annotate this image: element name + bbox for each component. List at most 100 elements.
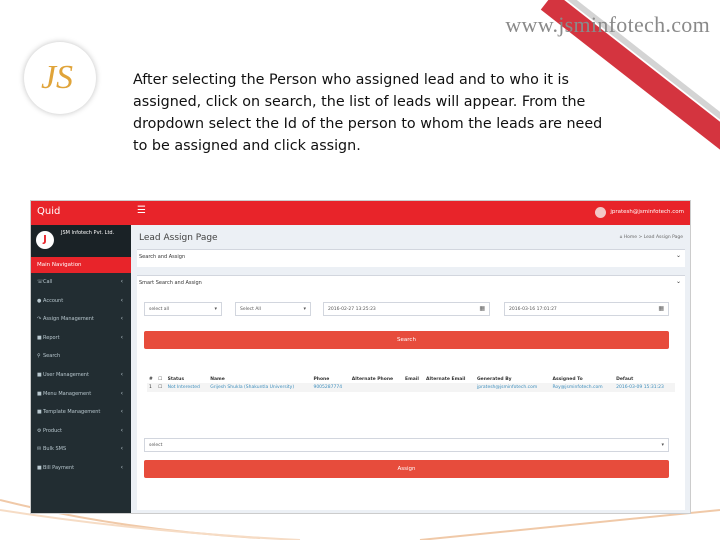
- sidebar-item-label: Bulk SMS: [43, 446, 67, 453]
- cell-phone: 9005287774: [311, 383, 349, 392]
- table-row[interactable]: 1 ☐ Not Interested Grijesh Shukla (Shaku…: [147, 383, 675, 392]
- caret-down-icon: ▾: [303, 306, 306, 312]
- chevron-left-icon: ‹: [120, 370, 123, 378]
- cell-status: Not Interested: [166, 383, 209, 392]
- assigned-to-link[interactable]: Roy@jsminfotech.com: [552, 385, 602, 390]
- sidebar-item-label: Assign Management: [43, 316, 94, 323]
- generated-by-link[interactable]: jpratesh@jsminfotech.com: [477, 385, 537, 390]
- cell-alt-email: [424, 383, 475, 392]
- sidebar-item-menu-management[interactable]: ■Menu Management ‹: [31, 385, 131, 404]
- search-assign-box: Search and Assign ⌄: [137, 249, 685, 267]
- chevron-left-icon: ‹: [120, 445, 123, 453]
- sidebar-item-report[interactable]: ■Report ‹: [31, 329, 131, 348]
- company-name: JSM Infotech Pvt. Ltd.: [61, 230, 115, 236]
- col-header: #: [149, 377, 153, 382]
- assign-to-select[interactable]: select ▾: [144, 438, 669, 452]
- sidebar-item-user-management[interactable]: ■User Management ‹: [31, 366, 131, 385]
- cell-generated-by: jpratesh@jsminfotech.com: [475, 383, 551, 392]
- row-checkbox[interactable]: ☐: [156, 383, 165, 392]
- user-avatar[interactable]: [595, 207, 606, 218]
- sidebar-item-bulk-sms[interactable]: ✉ Bulk SMS ‹: [31, 440, 131, 459]
- sidebar-item-label: Account: [43, 297, 64, 304]
- col-header: Alternate Phone: [351, 377, 394, 382]
- sidebar-item-product[interactable]: ⚙ Product ‹: [31, 422, 131, 441]
- sidebar-item-label: User Management: [43, 371, 89, 378]
- sidebar-item-label: Search: [43, 353, 61, 360]
- sidebar-item-label: Bill Payment: [43, 464, 75, 471]
- cell-assigned-to: Roy@jsminfotech.com: [550, 383, 614, 392]
- sidebar-item-account[interactable]: ● Account ‹: [31, 292, 131, 311]
- chevron-left-icon: ‹: [120, 333, 123, 341]
- status-link[interactable]: Not Interested: [168, 385, 200, 390]
- assign-button[interactable]: Assign: [144, 460, 669, 478]
- user-email[interactable]: jpratesh@jsminfotech.com: [610, 209, 684, 215]
- header-checkbox[interactable]: ☐: [156, 376, 165, 383]
- top-navbar: Quid ☰ jpratesh@jsminfotech.com: [31, 201, 690, 225]
- sidebar-item-label: Product: [43, 427, 62, 434]
- default-link[interactable]: 2016-03-09 15:31:23: [616, 385, 664, 390]
- calendar-icon[interactable]: ▦: [658, 305, 664, 312]
- company-logo: JS: [24, 42, 96, 114]
- sidebar-item-call[interactable]: ☏Call ‹: [31, 273, 131, 292]
- select-value: select: [149, 443, 163, 448]
- sidebar-item-assign-management[interactable]: ↷ Assign Management ‹: [31, 310, 131, 329]
- instruction-caption: After selecting the Person who assigned …: [133, 72, 603, 154]
- box-title: Search and Assign: [139, 254, 186, 260]
- sidebar-item-label: Call: [43, 279, 53, 285]
- select-value: Select All: [240, 307, 261, 312]
- watermark-url: www.jsminfotech.com: [505, 12, 710, 37]
- sidebar-item-template-management[interactable]: ■Template Management ‹: [31, 403, 131, 422]
- chevron-left-icon: ‹: [120, 426, 123, 434]
- chevron-left-icon: ‹: [120, 389, 123, 397]
- company-badge: J: [36, 231, 54, 249]
- col-header: Generated By: [476, 377, 512, 382]
- chevron-left-icon: ‹: [120, 296, 123, 304]
- col-header: Phone: [313, 377, 330, 382]
- caret-down-icon: ▾: [214, 306, 217, 312]
- col-header: Email: [405, 377, 419, 382]
- chevron-down-icon[interactable]: ⌄: [676, 278, 681, 285]
- col-header: Name: [210, 377, 225, 382]
- chevron-down-icon[interactable]: ⌄: [676, 252, 681, 259]
- company-panel: J JSM Infotech Pvt. Ltd.: [31, 225, 131, 257]
- main-content: Lead Assign Page ⌂ Home > Lead Assign Pa…: [137, 225, 687, 513]
- assigned-to-select[interactable]: Select All ▾: [235, 302, 311, 316]
- sidebar: J JSM Infotech Pvt. Ltd. Main Navigation…: [31, 225, 131, 513]
- box-header[interactable]: Search and Assign ⌄: [137, 250, 685, 262]
- cell-index: 1: [149, 385, 152, 390]
- caret-down-icon: ▾: [661, 442, 664, 448]
- box-header[interactable]: Smart Search and Assign ⌄: [137, 276, 685, 288]
- breadcrumb[interactable]: ⌂ Home > Lead Assign Page: [620, 235, 684, 240]
- col-header: Defaut: [616, 377, 634, 382]
- name-link[interactable]: Grijesh Shukla (Shakuntla University): [210, 385, 294, 390]
- smart-search-box: Smart Search and Assign ⌄ select all ▾ Sel…: [137, 275, 685, 510]
- date-to-input[interactable]: 2016-03-16 17:01:27 ▦: [504, 302, 669, 316]
- date-value: 2016-02-27 13:25:23: [328, 307, 376, 312]
- sidebar-item-bill-payment[interactable]: ■Bill Payment ‹: [31, 459, 131, 478]
- date-value: 2016-03-16 17:01:27: [509, 307, 557, 312]
- date-from-input[interactable]: 2016-02-27 13:25:23 ▦: [323, 302, 490, 316]
- col-header: Assigned To: [552, 377, 583, 382]
- cell-email: [403, 383, 424, 392]
- sidebar-item-label: Report: [43, 334, 60, 341]
- app-screenshot: Quid ☰ jpratesh@jsminfotech.com J JSM In…: [30, 200, 691, 514]
- calendar-icon[interactable]: ▦: [479, 305, 485, 312]
- search-button[interactable]: Search: [144, 331, 669, 349]
- phone-link[interactable]: 9005287774: [313, 385, 342, 390]
- app-brand[interactable]: Quid: [37, 206, 60, 217]
- sidebar-item-search[interactable]: ⚲ Search: [31, 347, 131, 366]
- assigned-by-select[interactable]: select all ▾: [144, 302, 222, 316]
- chevron-left-icon: ‹: [120, 278, 123, 285]
- slide: www.jsminfotech.com JS After selecting t…: [0, 0, 720, 540]
- cell-default: 2016-03-09 15:31:23: [614, 383, 675, 392]
- hamburger-icon[interactable]: ☰: [137, 205, 146, 216]
- main-navigation-header: Main Navigation: [31, 257, 131, 273]
- cell-alt-phone: [350, 383, 403, 392]
- chevron-left-icon: ‹: [120, 408, 123, 416]
- col-header: Alternate Email: [426, 377, 466, 382]
- sidebar-item-label: Menu Management: [43, 390, 92, 397]
- sidebar-item-label: Template Management: [43, 409, 101, 416]
- table-header-row: # ☐ Status Name Phone Alternate Phone Em…: [147, 376, 675, 383]
- col-header: Status: [167, 377, 185, 382]
- page-title: Lead Assign Page: [139, 233, 218, 243]
